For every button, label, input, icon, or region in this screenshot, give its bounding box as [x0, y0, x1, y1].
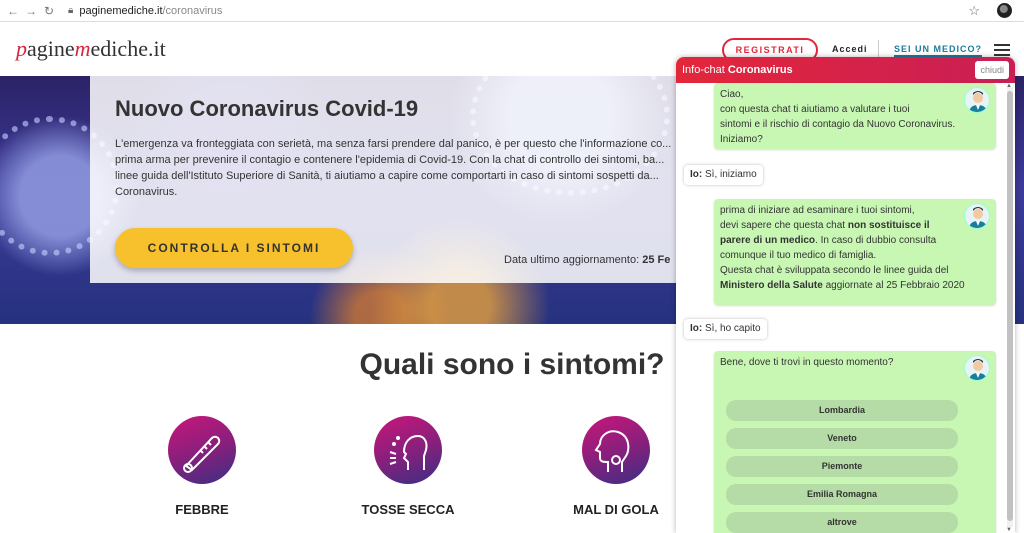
option-lombardia[interactable]: Lombardia: [726, 400, 958, 421]
hero-title: Nuovo Coronavirus Covid-19: [115, 96, 419, 121]
page: ← → ↻ 🔒︎ paginemediche.it/coronavirus ☆ …: [0, 0, 1024, 533]
option-emilia-romagna[interactable]: Emilia Romagna: [726, 484, 958, 505]
user-message: Io: Sì, ho capito: [684, 319, 767, 339]
site-logo[interactable]: paginemediche.it: [16, 36, 166, 62]
symptom-febbre: FEBBRE: [132, 416, 272, 517]
thermometer-icon: [168, 416, 236, 484]
doctor-avatar-icon: [964, 203, 990, 229]
chat-header: Info-chat Coronavirus chiudi: [676, 57, 1015, 83]
hero-card: Nuovo Coronavirus Covid-19 L'emergenza v…: [90, 76, 700, 283]
symptom-label: FEBBRE: [175, 502, 229, 517]
accedi-link[interactable]: Accedi: [832, 44, 868, 54]
address-bar[interactable]: 🔒︎ paginemediche.it/coronavirus: [68, 5, 222, 17]
last-update: Data ultimo aggiornamento: 25 Fe: [504, 254, 671, 266]
url-path: /coronavirus: [162, 4, 223, 17]
symptom-mal-di-gola: MAL DI GOLA: [546, 416, 686, 517]
bot-message: prima di iniziare ad esaminare i tuoi si…: [714, 199, 996, 305]
lock-icon: 🔒︎: [68, 5, 74, 16]
reload-icon[interactable]: ↻: [40, 4, 58, 18]
info-chat-panel: Info-chat Coronavirus chiudi Ciao, con q…: [676, 57, 1015, 533]
symptom-label: MAL DI GOLA: [573, 502, 659, 517]
cough-icon: [374, 416, 442, 484]
user-message: Io: Sì, iniziamo: [684, 165, 763, 185]
doctor-avatar-icon: [964, 355, 990, 381]
browser-toolbar: ← → ↻ 🔒︎ paginemediche.it/coronavirus ☆: [0, 0, 1024, 22]
bot-message: Ciao, con questa chat ti aiutiamo a valu…: [714, 83, 996, 149]
scrollbar-thumb[interactable]: [1007, 91, 1013, 521]
url-domain: paginemediche.it: [79, 4, 163, 17]
sore-throat-icon: [582, 416, 650, 484]
hero-description: L'emergenza va fronteggiata con serietà,…: [115, 138, 672, 198]
symptom-label: TOSSE SECCA: [361, 502, 455, 517]
symptom-tosse: TOSSE SECCA: [338, 416, 478, 517]
back-icon[interactable]: ←: [4, 4, 22, 18]
chat-close-button[interactable]: chiudi: [975, 61, 1009, 79]
hamburger-menu-icon[interactable]: [994, 44, 1010, 56]
bookmark-star-icon[interactable]: ☆: [968, 3, 980, 19]
doctor-avatar-icon: [964, 87, 990, 113]
option-veneto[interactable]: Veneto: [726, 428, 958, 449]
controlla-sintomi-button[interactable]: CONTROLLA I SINTOMI: [115, 228, 353, 268]
option-altrove[interactable]: altrove: [726, 512, 958, 533]
chat-messages[interactable]: Ciao, con questa chat ti aiutiamo a valu…: [676, 83, 1015, 533]
profile-avatar[interactable]: [997, 3, 1012, 18]
option-piemonte[interactable]: Piemonte: [726, 456, 958, 477]
sei-un-medico-link[interactable]: SEI UN MEDICO?: [894, 44, 983, 57]
chat-scrollbar[interactable]: [1007, 87, 1013, 527]
forward-icon[interactable]: →: [22, 4, 40, 18]
scroll-down-arrow-icon[interactable]: ▼: [1005, 527, 1013, 533]
